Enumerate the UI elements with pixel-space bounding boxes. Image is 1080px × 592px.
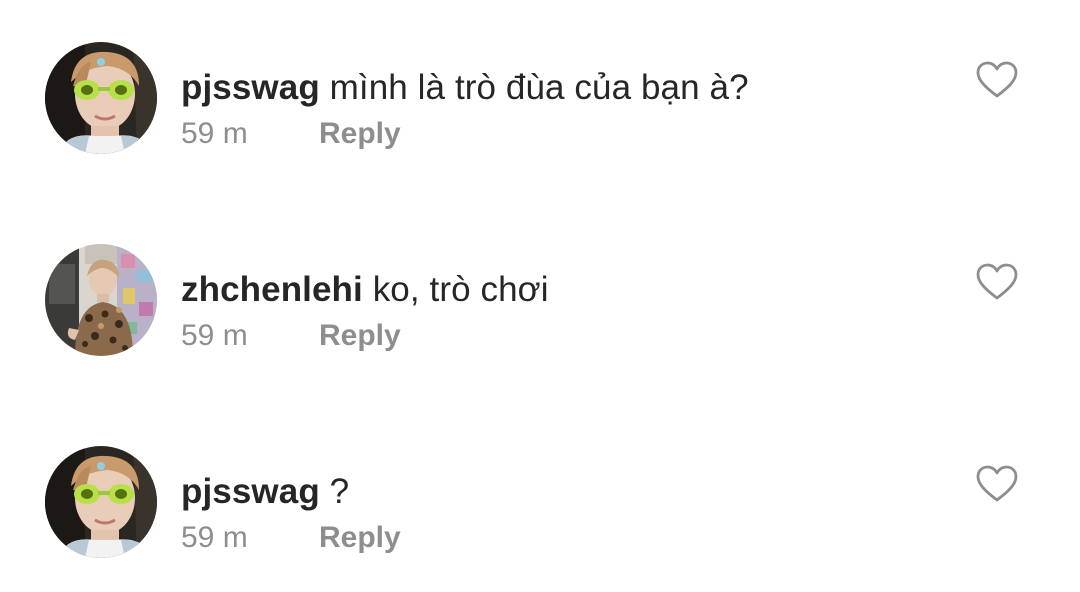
comment-item: pjsswag mình là trò đùa của bạn à? 59 m … <box>0 0 1080 154</box>
comment-text: ? <box>329 472 350 511</box>
heart-outline-icon[interactable] <box>976 61 1018 99</box>
timestamp: 59 m <box>181 117 248 150</box>
reply-button[interactable]: Reply <box>319 117 401 151</box>
comment-meta: 59 m Reply <box>181 521 401 555</box>
comment-meta: 59 m Reply <box>181 319 401 353</box>
comment-item: zhchenlehi ko, trò chơi 59 m Reply <box>0 202 1080 356</box>
heart-outline-icon[interactable] <box>976 465 1018 503</box>
timestamp: 59 m <box>181 521 248 554</box>
username[interactable]: zhchenlehi <box>181 270 363 309</box>
avatar-image <box>45 244 157 356</box>
comment-text: ko, trò chơi <box>372 270 549 309</box>
username[interactable]: pjsswag <box>181 472 320 511</box>
timestamp: 59 m <box>181 319 248 352</box>
username[interactable]: pjsswag <box>181 68 320 107</box>
comment-item: pjsswag ? 59 m Reply <box>0 404 1080 558</box>
comment-text-line: zhchenlehi ko, trò chơi <box>181 270 549 310</box>
comment-text-line: pjsswag ? <box>181 472 349 512</box>
avatar-image <box>45 446 157 558</box>
avatar[interactable] <box>45 446 157 558</box>
reply-button[interactable]: Reply <box>319 521 401 555</box>
comment-meta: 59 m Reply <box>181 117 401 151</box>
avatar-image <box>45 42 157 154</box>
heart-outline-icon[interactable] <box>976 263 1018 301</box>
comment-text-line: pjsswag mình là trò đùa của bạn à? <box>181 68 749 108</box>
avatar[interactable] <box>45 42 157 154</box>
comment-text: mình là trò đùa của bạn à? <box>329 68 749 107</box>
reply-button[interactable]: Reply <box>319 319 401 353</box>
avatar[interactable] <box>45 244 157 356</box>
